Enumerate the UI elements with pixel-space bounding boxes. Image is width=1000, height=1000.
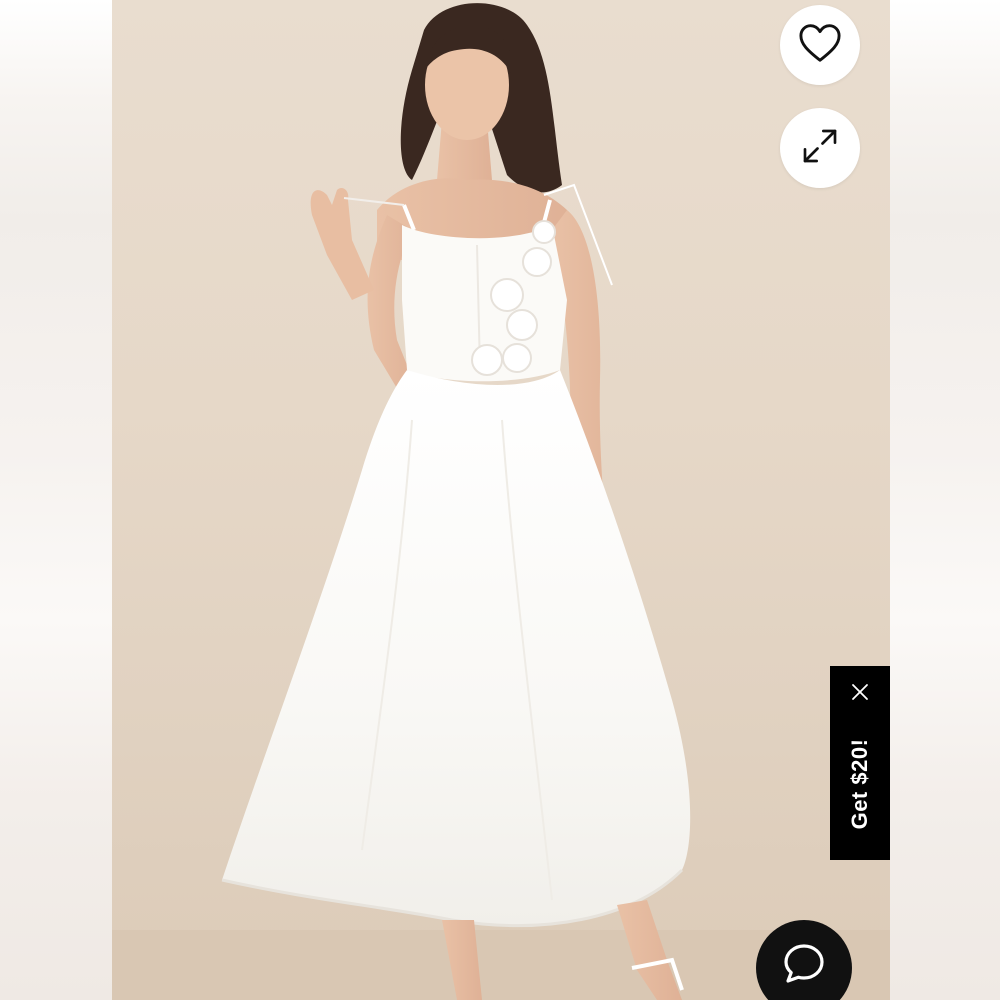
dress-skirt xyxy=(222,370,691,926)
left-blur-edge xyxy=(0,0,112,1000)
promo-label: Get $20! xyxy=(847,738,872,830)
model-in-white-dress-illustration xyxy=(112,3,890,1000)
right-blur-edge xyxy=(890,0,1000,1000)
wishlist-button[interactable] xyxy=(780,5,860,85)
expand-image-button[interactable] xyxy=(780,108,860,188)
chat-bubble-icon xyxy=(780,940,828,993)
promo-tab[interactable]: Get $20! xyxy=(830,666,890,860)
heart-icon xyxy=(798,23,842,68)
raised-hand xyxy=(310,188,374,300)
product-image-viewer: Get $20! xyxy=(0,0,1000,1000)
expand-arrows-icon xyxy=(800,126,840,171)
product-photo xyxy=(112,0,890,1000)
close-icon xyxy=(850,682,870,707)
promo-close-button[interactable] xyxy=(846,680,874,708)
